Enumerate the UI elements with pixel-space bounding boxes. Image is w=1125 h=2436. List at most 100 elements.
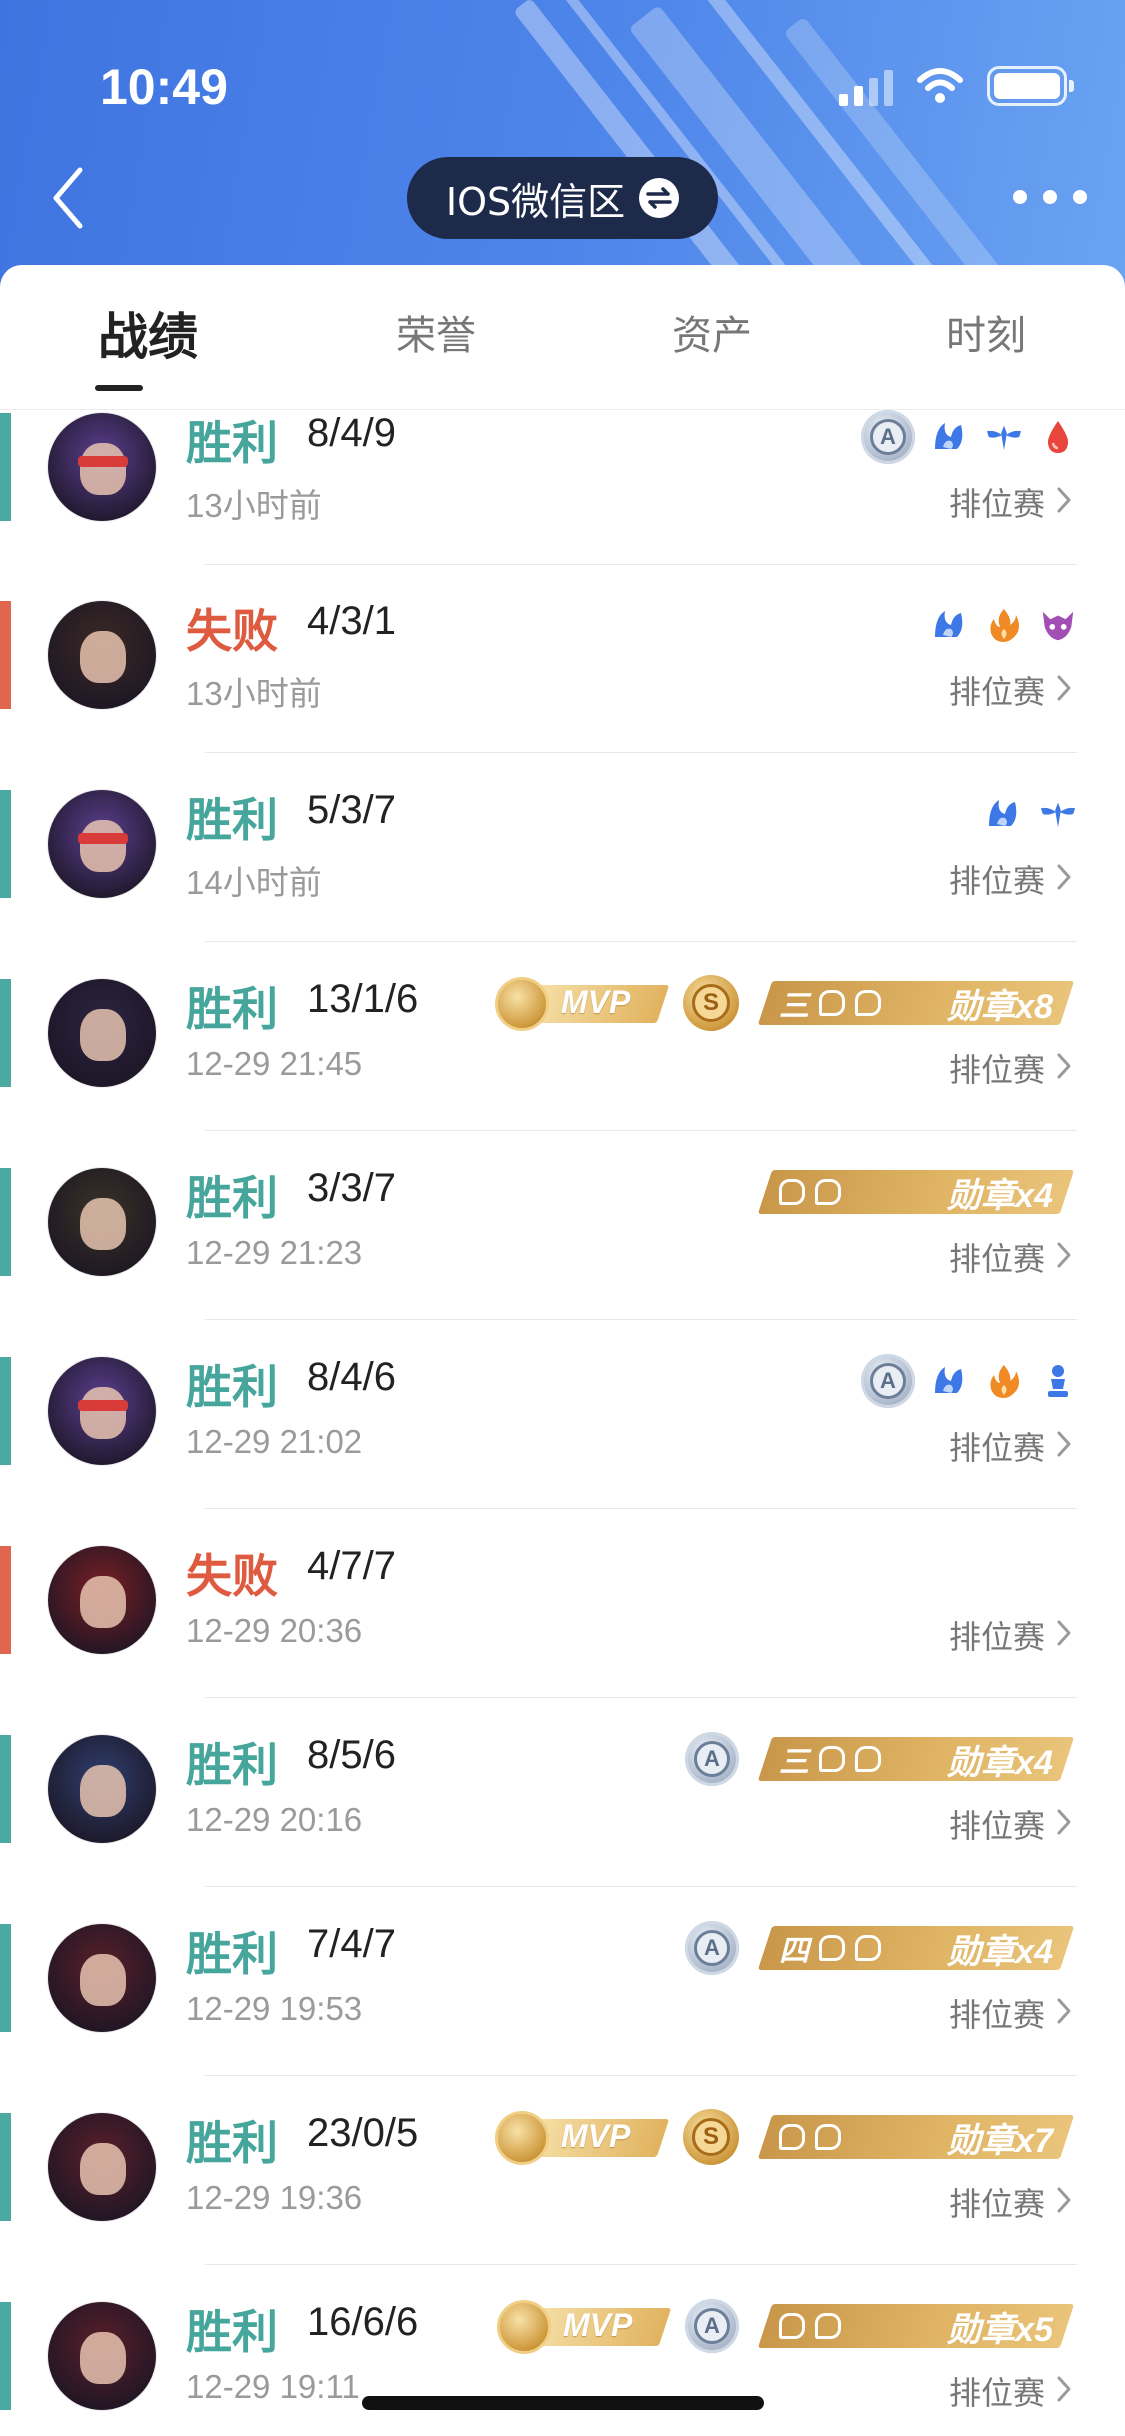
hero-avatar[interactable]	[48, 1735, 156, 1843]
game-mode: 排位赛	[948, 485, 1045, 523]
result-indicator-bar	[0, 1735, 11, 1843]
tab-bar: 战绩 荣誉 资产 时刻	[0, 265, 1125, 410]
rating-s-badge: S	[683, 975, 739, 1031]
medal-label: 勋章x8	[947, 987, 1053, 1026]
rating-a-badge: A	[861, 410, 915, 464]
row-divider	[205, 2075, 1077, 2076]
chevron-right-icon	[1053, 1051, 1075, 1081]
match-row[interactable]: 胜利 13/1/6 12-29 21:45 MVP S 三 勋章x8 排位赛	[0, 975, 1125, 1168]
more-dot	[1043, 190, 1057, 204]
medal-glyph-icon	[779, 2124, 805, 2150]
medal-prefix: 四	[779, 1935, 809, 1968]
match-row[interactable]: 胜利 5/3/7 14小时前 排位赛	[0, 788, 1125, 979]
row-divider	[205, 564, 1077, 565]
row-divider	[205, 2264, 1077, 2265]
match-badges: MVP S 三 勋章x8	[495, 971, 1077, 1035]
match-row[interactable]: 失败 4/3/1 13小时前 排位赛	[0, 599, 1125, 790]
match-row[interactable]: 胜利 16/6/6 12-29 19:11 MVP A 勋章x5 排位赛	[0, 2299, 1125, 2436]
chevron-right-icon	[1053, 673, 1075, 703]
tab-record[interactable]: 战绩	[68, 297, 228, 367]
hero-avatar[interactable]	[48, 979, 156, 1087]
medal-count-badge: 勋章x5	[755, 2304, 1077, 2349]
match-result: 胜利	[186, 1360, 278, 1414]
medal-glyph-icon	[815, 2124, 841, 2150]
game-mode: 排位赛	[948, 2374, 1045, 2412]
match-result: 失败	[186, 1549, 278, 1603]
kda-score: 4/3/1	[307, 599, 396, 643]
match-badges: A 四 勋章x4	[685, 1916, 1077, 1980]
tab-assets[interactable]: 资产	[632, 303, 792, 373]
match-badges: MVP A 勋章x5	[497, 2294, 1077, 2358]
result-indicator-bar	[0, 413, 11, 521]
match-row[interactable]: 胜利 8/4/6 12-29 21:02 A 排位赛	[0, 1354, 1125, 1546]
mvp-badge: MVP	[495, 977, 670, 1031]
kda-score: 5/3/7	[307, 788, 396, 832]
status-icons	[839, 62, 1074, 110]
match-time: 13小时前	[186, 675, 322, 712]
match-row[interactable]: 失败 4/7/7 12-29 20:36 排位赛	[0, 1544, 1125, 1735]
row-divider	[205, 1508, 1077, 1509]
result-indicator-bar	[0, 1168, 11, 1276]
medal-glyph-icon	[819, 1935, 845, 1961]
match-row[interactable]: 胜利 8/5/6 12-29 20:16 A 三 勋章x4 排位赛	[0, 1732, 1125, 1924]
rating-s-badge: S	[683, 2109, 739, 2165]
match-badges: A	[861, 410, 1077, 469]
icon-blue-flame-icon	[931, 606, 969, 644]
game-mode: 排位赛	[948, 1618, 1045, 1656]
kda-score: 8/4/9	[307, 411, 396, 455]
hero-avatar[interactable]	[48, 413, 156, 521]
match-result: 胜利	[186, 982, 278, 1036]
result-indicator-bar	[0, 2302, 11, 2410]
medal-prefix: 三	[779, 990, 809, 1023]
battery-icon	[987, 66, 1074, 106]
medal-glyph-icon	[779, 1179, 805, 1205]
game-mode: 排位赛	[948, 1429, 1045, 1467]
rating-a-badge: A	[685, 1921, 739, 1975]
tab-moments[interactable]: 时刻	[906, 303, 1066, 373]
back-button[interactable]	[44, 160, 92, 236]
match-time: 12-29 19:53	[186, 1990, 363, 2027]
kda-score: 13/1/6	[307, 977, 419, 1021]
kda-score: 8/4/6	[307, 1355, 396, 1399]
medal-count-badge: 三 勋章x4	[755, 1737, 1077, 1782]
mvp-coin-icon	[495, 2111, 549, 2165]
hero-avatar[interactable]	[48, 1546, 156, 1654]
icon-red-drop-icon	[1039, 418, 1077, 456]
kda-score: 7/4/7	[307, 1922, 396, 1966]
hero-avatar[interactable]	[48, 790, 156, 898]
match-time: 12-29 19:36	[186, 2179, 363, 2216]
icon-blue-wings-icon	[1039, 795, 1077, 833]
result-indicator-bar	[0, 1357, 11, 1465]
status-time: 10:49	[100, 59, 228, 115]
match-row[interactable]: 胜利 23/0/5 12-29 19:36 MVP S 勋章x7 排位赛	[0, 2109, 1125, 2302]
hero-avatar[interactable]	[48, 601, 156, 709]
hero-avatar[interactable]	[48, 1924, 156, 2032]
match-row[interactable]: 胜利 8/4/9 13小时前 A 排位赛	[0, 410, 1125, 602]
kda-score: 3/3/7	[307, 1166, 396, 1210]
match-row[interactable]: 胜利 7/4/7 12-29 19:53 A 四 勋章x4 排位赛	[0, 1921, 1125, 2113]
match-result: 胜利	[186, 2305, 278, 2359]
hero-avatar[interactable]	[48, 2302, 156, 2410]
server-switch-button[interactable]: IOS微信区	[407, 157, 718, 239]
hero-avatar[interactable]	[48, 1168, 156, 1276]
match-row[interactable]: 胜利 3/3/7 12-29 21:23 勋章x4 排位赛	[0, 1166, 1125, 1357]
rating-a-letter: A	[870, 1363, 906, 1399]
mvp-badge: MVP	[497, 2300, 672, 2354]
medal-glyphs	[779, 2124, 841, 2150]
kda-score: 23/0/5	[307, 2111, 419, 2155]
tab-honor[interactable]: 荣誉	[356, 303, 516, 373]
match-time: 12-29 21:23	[186, 1234, 363, 1271]
chevron-left-icon	[53, 167, 83, 229]
medal-count-badge: 勋章x4	[755, 1170, 1077, 1215]
rating-a-letter: A	[694, 2308, 730, 2344]
row-divider	[205, 1886, 1077, 1887]
icon-blue-flame-icon	[931, 1362, 969, 1400]
more-button[interactable]	[1013, 180, 1087, 214]
hero-avatar[interactable]	[48, 1357, 156, 1465]
row-divider	[205, 941, 1077, 942]
icon-orange-fire-icon	[985, 606, 1023, 644]
match-list[interactable]: 胜利 8/4/9 13小时前 A 排位赛 失败 4/3/1 13小时前 排位赛 胜利 5/3/7 14…	[0, 410, 1125, 2436]
medal-label: 勋章x5	[947, 2310, 1053, 2349]
hero-avatar[interactable]	[48, 2113, 156, 2221]
home-indicator[interactable]	[362, 2396, 764, 2410]
